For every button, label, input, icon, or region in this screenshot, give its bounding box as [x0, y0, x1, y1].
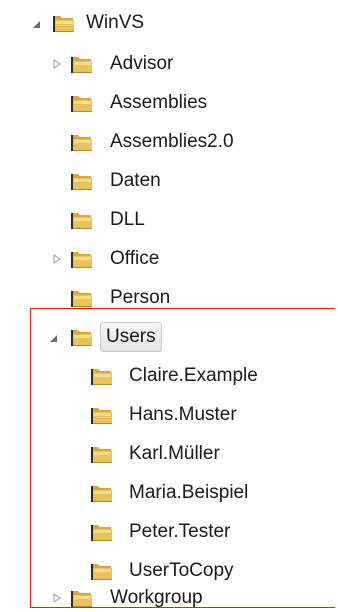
folder-icon	[70, 208, 94, 232]
folder-icon	[70, 247, 94, 271]
collapsed-triangle-icon[interactable]	[52, 59, 62, 69]
tree-node-office[interactable]: Office	[0, 244, 200, 274]
tree-node-label: DLL	[110, 209, 145, 230]
folder-icon	[52, 11, 76, 35]
tree-node-assemblies[interactable]: Assemblies	[0, 88, 240, 118]
tree-node-daten[interactable]: Daten	[0, 166, 200, 196]
tree-node-label: WinVS	[86, 12, 145, 33]
tree-node-label: Daten	[110, 170, 161, 191]
tree-node-assemblies2[interactable]: Assemblies2.0	[0, 127, 260, 157]
tree-node-advisor[interactable]: Advisor	[0, 49, 200, 79]
tree-node-label: Assemblies	[110, 92, 208, 113]
tree-node-label: Assemblies2.0	[110, 131, 234, 152]
tree-node-winvs[interactable]: WinVS	[0, 8, 200, 38]
tree-node-label: Office	[110, 248, 160, 269]
tree-node-label: Advisor	[110, 53, 174, 74]
folder-icon	[70, 52, 94, 76]
expanded-triangle-icon[interactable]	[31, 19, 41, 29]
tree-node-dll[interactable]: DLL	[0, 205, 200, 235]
folder-icon	[70, 169, 94, 193]
highlight-box	[30, 308, 335, 608]
folder-icon	[70, 91, 94, 115]
folder-tree: WinVS Advisor Assemblies Assemblies2.0 D…	[0, 0, 338, 612]
folder-icon	[70, 130, 94, 154]
collapsed-triangle-icon[interactable]	[52, 254, 62, 264]
folder-icon	[70, 286, 94, 310]
